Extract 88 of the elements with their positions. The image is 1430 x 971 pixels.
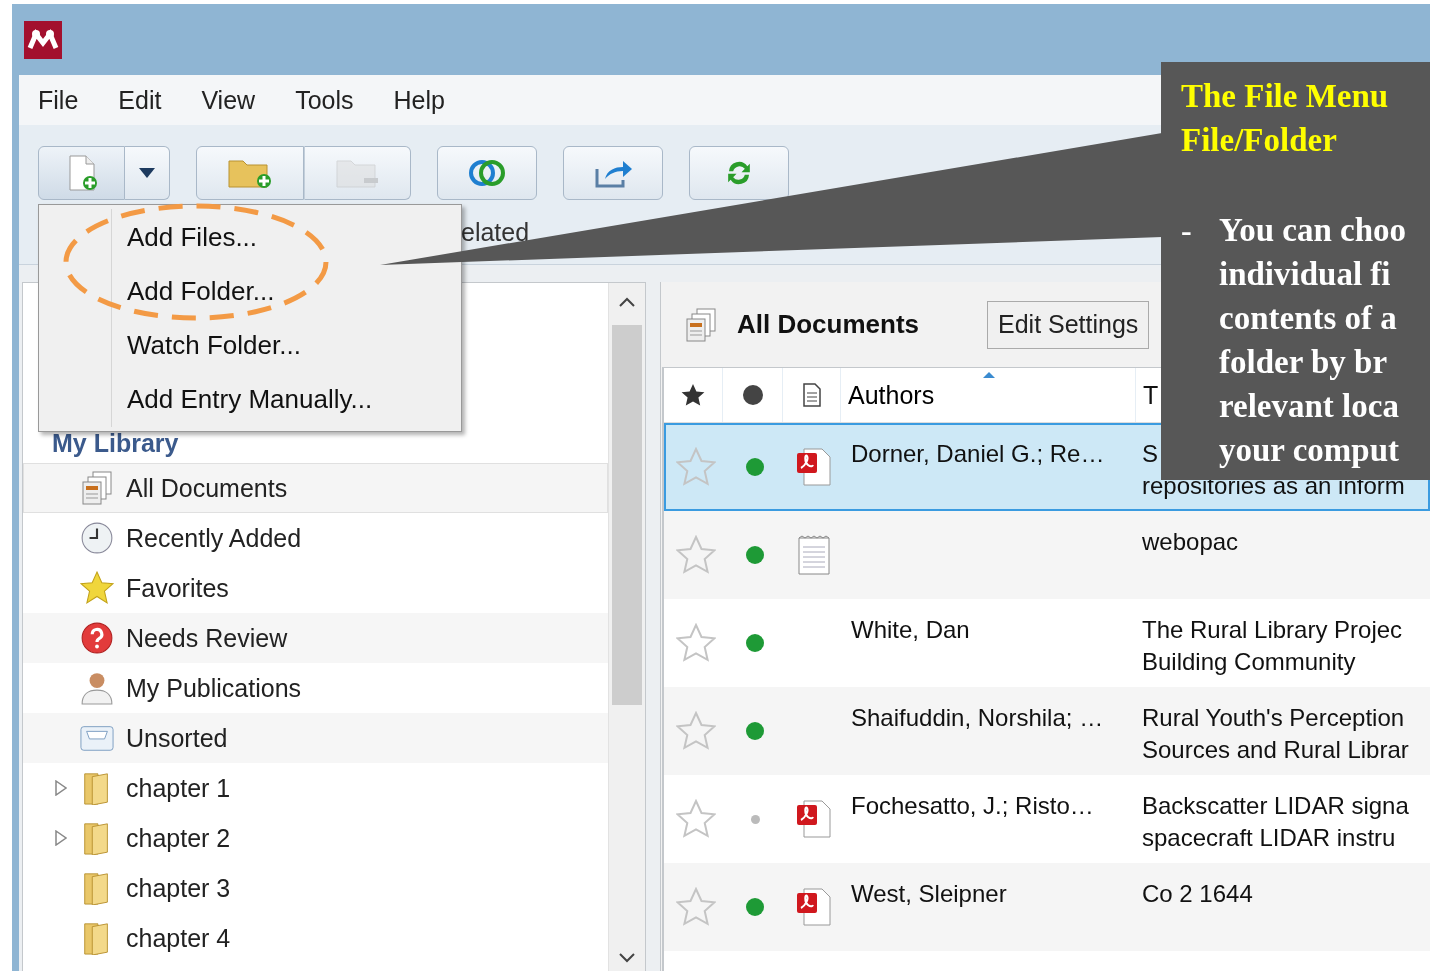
title-line: webopac: [1142, 529, 1239, 555]
toolbar-button[interactable]: [689, 146, 789, 200]
question-icon: [80, 621, 114, 655]
expand-arrow-icon[interactable]: [55, 830, 67, 846]
title-line: S: [1142, 441, 1158, 467]
title-line: Backscatter LIDAR signa: [1142, 793, 1409, 819]
sidebar-item[interactable]: Recently Added: [23, 513, 608, 563]
title-line: The Rural Library Projec: [1142, 617, 1403, 643]
dot-column-icon[interactable]: [740, 383, 765, 407]
title-line: Sources and Rural Librar: [1142, 737, 1409, 763]
authors-cell: West, Sleipner: [851, 881, 1007, 907]
file-add-icon: [66, 155, 97, 191]
document-row[interactable]: webopac: [664, 511, 1430, 599]
menu-option[interactable]: Add Entry Manually...: [127, 372, 461, 426]
sidebar-item[interactable]: My Publications: [23, 663, 608, 713]
outline-star-icon[interactable]: [675, 447, 716, 487]
sidebar-item[interactable]: chapter 1: [23, 763, 608, 813]
outline-star-icon[interactable]: [675, 535, 716, 575]
toolbar-button[interactable]: [196, 146, 304, 200]
menu-option[interactable]: Watch Folder...: [127, 318, 461, 372]
menu-item[interactable]: Help: [393, 85, 445, 115]
title-line: spacecraft LIDAR instru: [1142, 825, 1396, 851]
toolbar-button[interactable]: [437, 146, 537, 200]
toolbar-button[interactable]: [563, 146, 663, 200]
outline-star-icon[interactable]: [675, 711, 716, 751]
star-icon: [80, 571, 114, 605]
sidebar-item[interactable]: All Documents: [23, 463, 608, 513]
callout-title: The File Menu File/Folder: [1181, 77, 1390, 160]
outline-star-icon[interactable]: [675, 799, 716, 839]
menu-item[interactable]: View: [201, 85, 256, 115]
outline-star-icon[interactable]: [675, 623, 716, 663]
sidebar-item[interactable]: chapter 2: [23, 813, 608, 863]
authors-cell: Dorner, Daniel G.; Re…: [851, 441, 1105, 467]
menu-item[interactable]: Edit: [118, 85, 162, 115]
unread-dot[interactable]: [746, 634, 764, 652]
authors-cell: Shaifuddin, Norshila; …: [851, 705, 1104, 731]
unread-dot[interactable]: [746, 546, 764, 564]
unread-dot[interactable]: [746, 722, 764, 740]
sidebar-item[interactable]: Favorites: [23, 563, 608, 613]
document-row[interactable]: Shaifuddin, Norshila; … Rural Youth's Perception Sources and Rural Librar: [664, 687, 1430, 775]
title-line: Rural Youth's Perception: [1142, 705, 1405, 731]
sidebar-item[interactable]: Unsorted: [23, 713, 608, 763]
dropdown-button[interactable]: [125, 146, 170, 200]
title-line: Co 2 1644: [1142, 881, 1253, 907]
scrollbar[interactable]: [608, 283, 645, 971]
read-dot[interactable]: [750, 814, 760, 824]
sidebar-item[interactable]: Needs Review: [23, 613, 608, 663]
scroll-thumb[interactable]: [612, 325, 642, 705]
authors-cell: Fochesatto, J.; Risto…: [851, 793, 1094, 819]
sidebar-item[interactable]: chapter 4: [23, 913, 608, 963]
expand-arrow-icon[interactable]: [55, 780, 67, 796]
title-line: Building Community: [1142, 649, 1356, 675]
unread-dot[interactable]: [746, 458, 764, 476]
document-row[interactable]: West, Sleipner Co 2 1644: [664, 863, 1430, 951]
authors-cell: White, Dan: [851, 617, 970, 643]
scroll-up-icon[interactable]: [619, 297, 635, 307]
sidebar-item[interactable]: chapter 3: [23, 863, 608, 913]
documents-title: All Documents: [737, 309, 921, 340]
text-file-icon[interactable]: [796, 535, 832, 575]
title-line: repositories as an inform: [1142, 473, 1405, 499]
scroll-down-icon[interactable]: [619, 953, 635, 963]
sort-ascending-icon: [982, 371, 996, 379]
bullet-mark: -: [1181, 211, 1193, 250]
document-row[interactable]: White, Dan The Rural Library Projec Building Community: [664, 599, 1430, 687]
menu-item[interactable]: Tools: [295, 85, 354, 115]
edit-settings-button[interactable]: Edit Settings: [987, 300, 1150, 349]
pdf-file-icon[interactable]: [796, 887, 832, 927]
pdf-file-icon[interactable]: [796, 799, 832, 839]
outline-star-icon[interactable]: [675, 887, 716, 927]
menu-option[interactable]: Add Folder...: [127, 264, 461, 318]
pdf-file-icon[interactable]: [796, 447, 832, 487]
documents-icon: [80, 471, 114, 505]
menu-item[interactable]: File: [38, 85, 79, 115]
menu-option[interactable]: Add Files...: [127, 210, 461, 264]
caret-icon: [139, 168, 155, 178]
unread-dot[interactable]: [746, 898, 764, 916]
toolbar-label: elated: [461, 218, 530, 246]
app-logo-icon: [24, 20, 62, 59]
person-icon: [80, 671, 114, 705]
clock-icon: [80, 521, 114, 555]
column-header[interactable]: T: [1143, 380, 1159, 410]
folder-remove-icon: [335, 157, 380, 189]
library-heading: My Library: [51, 428, 180, 459]
document-row[interactable]: Fochesatto, J.; Risto… Backscatter LIDAR signa spacecraft LIDAR instru: [664, 775, 1430, 863]
documents-icon: [685, 307, 717, 342]
star-column-icon[interactable]: [681, 383, 705, 407]
folder-add-icon: [228, 157, 272, 189]
column-header[interactable]: Authors: [848, 380, 935, 410]
